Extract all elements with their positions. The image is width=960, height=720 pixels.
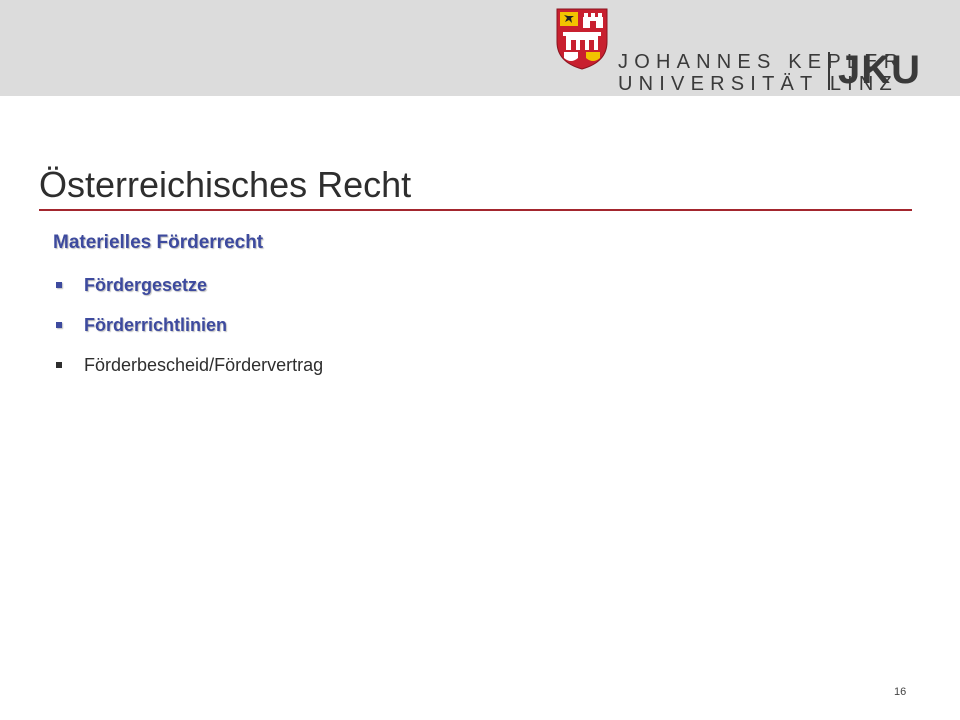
bullet-text: Fördergesetze bbox=[84, 274, 208, 295]
bullet-text: Förderbescheid/Fördervertrag bbox=[84, 354, 324, 375]
bullet-item-foerderbescheid: Förderbescheid/Fördervertrag bbox=[53, 355, 323, 375]
bullet-item-foerderrichtlinien: Förderrichtlinien bbox=[53, 315, 323, 335]
square-bullet-icon bbox=[56, 282, 62, 288]
logo-divider bbox=[828, 52, 830, 90]
university-crest-icon bbox=[556, 8, 608, 70]
square-bullet-icon bbox=[56, 322, 62, 328]
bullet-list: Fördergesetze Förderrichtlinien Förderbe… bbox=[53, 275, 323, 395]
slide-title: Österreichisches Recht bbox=[39, 164, 412, 205]
slide-subheading: Materielles Förderrecht bbox=[53, 232, 264, 253]
bullet-item-foerdergesetze: Fördergesetze bbox=[53, 275, 323, 295]
jku-logo: JOHANNES KEPLER UNIVERSITÄT LINZ JKU bbox=[556, 8, 936, 95]
bullet-text: Förderrichtlinien bbox=[84, 314, 228, 335]
title-underline bbox=[39, 209, 912, 211]
square-bullet-icon bbox=[56, 362, 62, 368]
page-number: 16 bbox=[894, 686, 907, 698]
jku-wordmark: JKU bbox=[838, 48, 922, 92]
